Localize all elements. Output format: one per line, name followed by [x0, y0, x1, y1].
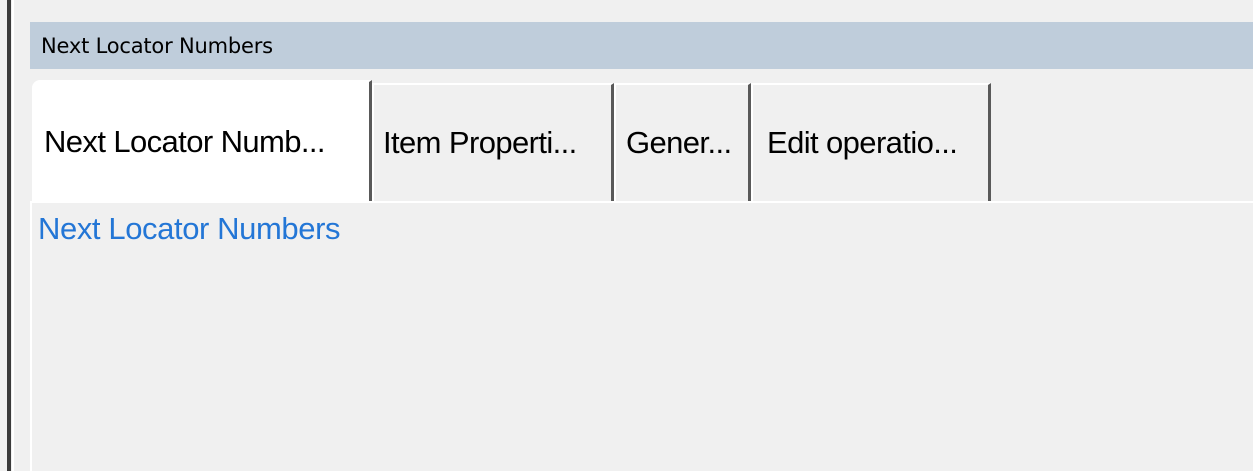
window-left-border [7, 0, 11, 471]
tab-edit-operations[interactable]: Edit operatio... [751, 83, 991, 201]
tab-label: Next Locator Numb... [44, 123, 326, 159]
tab-general[interactable]: Gener... [614, 83, 751, 201]
tab-label: Gener... [626, 125, 732, 160]
window-frame: Next Locator Numbers Next Locator Numb..… [0, 0, 1253, 471]
window-left-border-highlight [12, 0, 14, 471]
tab-item-properties[interactable]: Item Properti... [372, 83, 614, 201]
tab-strip: Next Locator Numb... Item Properti... Ge… [32, 80, 991, 201]
tab-label: Edit operatio... [767, 125, 958, 160]
tab-content-area: Next Locator Numbers [30, 201, 1253, 471]
tab-next-locator-numbers[interactable]: Next Locator Numb... [32, 80, 372, 201]
panel-header: Next Locator Numbers [30, 22, 1253, 69]
next-locator-numbers-panel: Next Locator Numbers Next Locator Numb..… [27, 20, 1253, 471]
content-heading-link[interactable]: Next Locator Numbers [38, 211, 341, 247]
tab-label: Item Properti... [383, 125, 577, 160]
panel-title: Next Locator Numbers [41, 33, 273, 58]
